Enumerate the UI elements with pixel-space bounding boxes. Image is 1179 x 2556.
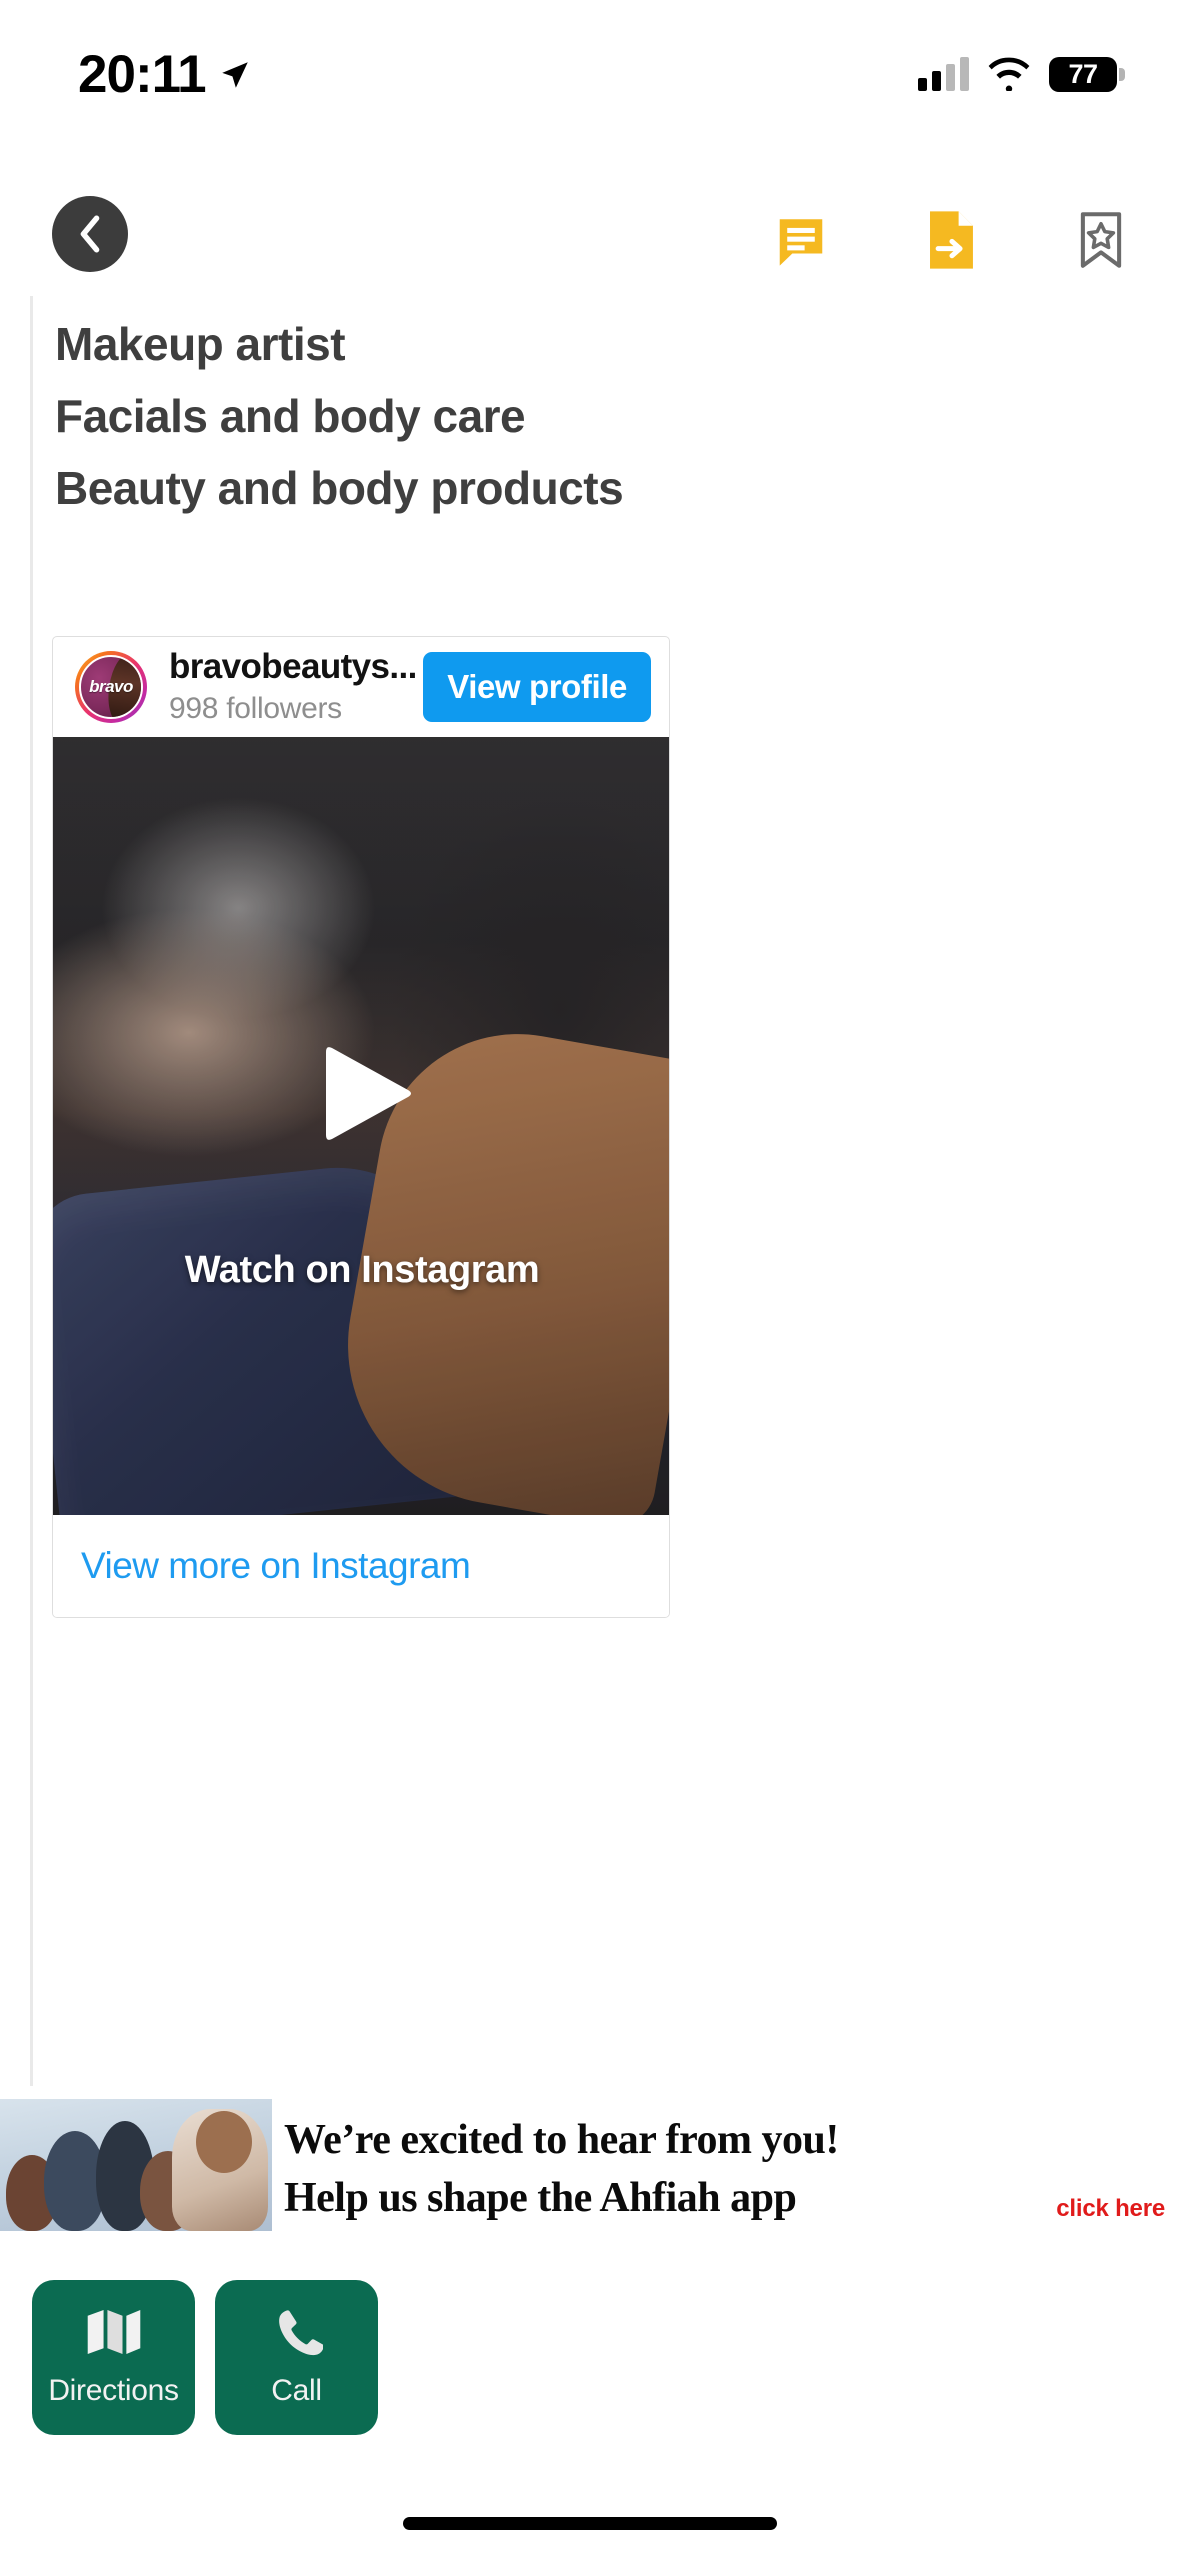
bottom-action-bar: Directions Call [0, 2242, 1179, 2472]
ad-banner-text: We’re excited to hear from you! Help us … [272, 2099, 1179, 2231]
document-share-icon[interactable] [921, 208, 981, 272]
wifi-icon [988, 57, 1030, 91]
bookmark-star-icon[interactable] [1071, 208, 1131, 272]
business-description: Makeup artist Facials and body care Beau… [0, 296, 1179, 524]
directions-button-label: Directions [48, 2374, 179, 2407]
home-indicator [402, 2517, 777, 2530]
status-bar-right: 77 [918, 56, 1125, 92]
call-button[interactable]: Call [215, 2279, 378, 2435]
play-triangle-icon [326, 1047, 411, 1140]
cellular-signal-icon [918, 57, 969, 91]
phone-icon [278, 2310, 323, 2356]
instagram-card-header: bravo bravobeautys... 998 followers View… [53, 637, 669, 737]
watch-on-instagram-label[interactable]: Watch on Instagram [53, 1249, 669, 1292]
instagram-video-thumbnail[interactable]: Watch on Instagram [53, 737, 669, 1515]
view-profile-button[interactable]: View profile [423, 652, 651, 722]
status-bar-left: 20:11 [78, 48, 252, 101]
description-line-3: Beauty and body products [55, 462, 624, 514]
back-button[interactable] [52, 196, 128, 272]
toolbar-icons [771, 190, 1131, 290]
avatar-logo-text: bravo [89, 677, 133, 696]
battery-percent: 77 [1068, 58, 1098, 89]
avatar[interactable]: bravo [75, 651, 147, 723]
description-line-1: Makeup artist [55, 318, 346, 370]
call-button-label: Call [271, 2374, 322, 2407]
status-time: 20:11 [78, 44, 207, 104]
map-icon [87, 2309, 140, 2355]
status-bar: 20:11 77 [0, 0, 1179, 118]
card-left-edge [30, 296, 33, 2086]
ad-banner[interactable]: We’re excited to hear from you! Help us … [0, 2099, 1179, 2231]
instagram-card-footer: View more on Instagram [53, 1515, 669, 1617]
instagram-embed-card[interactable]: bravo bravobeautys... 998 followers View… [52, 636, 670, 1618]
instagram-account-info: bravobeautys... 998 followers [169, 645, 423, 729]
description-line-2: Facials and body care [55, 390, 526, 442]
instagram-followers-count: 998 followers [169, 692, 342, 725]
view-more-on-instagram-link[interactable]: View more on Instagram [81, 1545, 471, 1586]
battery-icon: 77 [1049, 56, 1125, 92]
instagram-username[interactable]: bravobeautys... [169, 645, 423, 689]
ad-headline-2: Help us shape the Ahfiah app [284, 2175, 797, 2221]
phone-screen: 20:11 77 Makeup artist Facials and body … [0, 0, 1179, 2556]
location-arrow-icon [221, 62, 248, 88]
detail-scroll-area[interactable]: Makeup artist Facials and body care Beau… [0, 296, 1179, 2096]
chat-bubble-icon[interactable] [771, 208, 831, 272]
ad-click-here-link[interactable]: click here [1056, 2195, 1165, 2223]
ad-headline-1: We’re excited to hear from you! [284, 2117, 839, 2163]
chevron-left-icon [80, 215, 100, 253]
directions-button[interactable]: Directions [32, 2279, 195, 2435]
top-toolbar [0, 190, 1179, 300]
ad-banner-image [0, 2099, 272, 2231]
